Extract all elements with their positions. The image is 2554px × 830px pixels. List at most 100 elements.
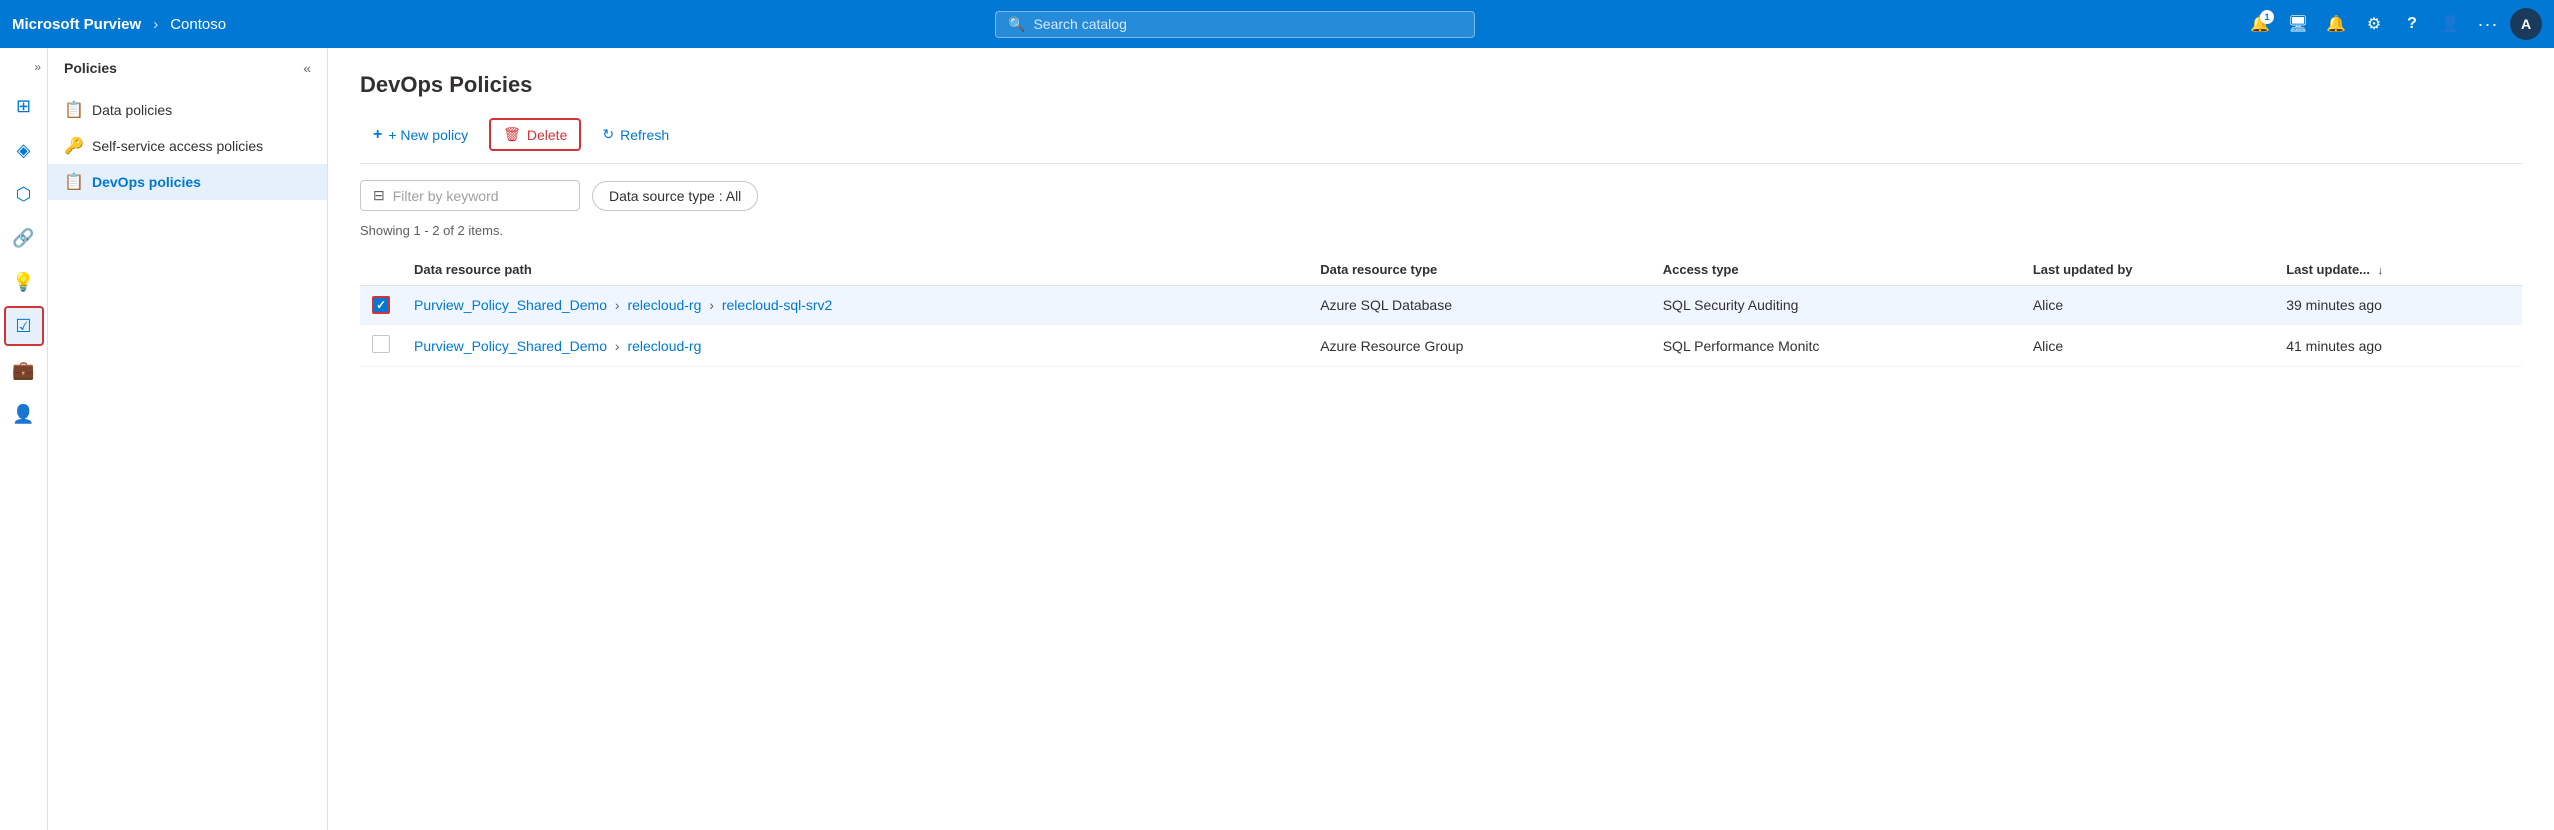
notification-button[interactable]: 🔔 1 [2244, 8, 2276, 40]
nav-icon-data-share[interactable]: 🔗 [4, 218, 44, 258]
nav-icon-briefcase[interactable]: 💼 [4, 350, 44, 390]
row-checkbox-cell-2[interactable] [360, 325, 402, 367]
sidebar-item-self-service[interactable]: 🔑 Self-service access policies [48, 128, 327, 164]
search-icon: 🔍 [1008, 16, 1025, 33]
path-segment-4: Purview_Policy_Shared_Demo [414, 338, 607, 354]
alerts-button[interactable]: 🔔 [2320, 8, 2352, 40]
path-segment-2: relecloud-rg [627, 297, 701, 313]
delete-label: Delete [527, 127, 567, 143]
table-row: Purview_Policy_Shared_Demo › relecloud-r… [360, 286, 2522, 325]
path-segment-5: relecloud-rg [627, 338, 701, 354]
nav-icon-account[interactable]: 👤 [4, 394, 44, 434]
sidebar-item-data-policies[interactable]: 📋 Data policies [48, 92, 327, 128]
search-box[interactable]: 🔍 [995, 11, 1475, 38]
row-updated-by-2: Alice [2021, 325, 2274, 367]
row-resource-path-2: Purview_Policy_Shared_Demo › relecloud-r… [402, 325, 1308, 367]
tenant-name: Contoso [170, 16, 226, 33]
data-table: Data resource path Data resource type Ac… [360, 254, 2522, 367]
top-navigation: Microsoft Purview › Contoso 🔍 🔔 1 🖥 🔔 ⚙ … [0, 0, 2554, 48]
data-share-icon: 🔗 [12, 228, 34, 249]
settings-button[interactable]: ⚙ [2358, 8, 2390, 40]
row-access-type-1: SQL Security Auditing [1651, 286, 2021, 325]
search-input[interactable] [1033, 16, 1462, 32]
person-button[interactable]: 👤 [2434, 8, 2466, 40]
sidebar-item-devops-policies[interactable]: 📋 DevOps policies [48, 164, 327, 200]
nav-icon-bulb[interactable]: 💡 [4, 262, 44, 302]
self-service-label: Self-service access policies [92, 138, 263, 154]
path-sep-1: › [615, 297, 620, 313]
row-resource-type-2: Azure Resource Group [1308, 325, 1651, 367]
settings-icon: ⚙ [2367, 14, 2381, 34]
alerts-icon: 🔔 [2326, 14, 2346, 34]
nav-icon-group: 🔔 1 🖥 🔔 ⚙ ? 👤 ··· A [2244, 8, 2542, 40]
row-access-type-2: SQL Performance Monitc [1651, 325, 2021, 367]
main-content: DevOps Policies + + New policy 🗑 Delete … [328, 48, 2554, 830]
user-avatar[interactable]: A [2510, 8, 2542, 40]
more-button[interactable]: ··· [2472, 8, 2504, 40]
col-access-type: Access type [1651, 254, 2021, 286]
path-segment-3: relecloud-sql-srv2 [722, 297, 832, 313]
left-sidebar: Policies « 📋 Data policies 🔑 Self-servic… [48, 48, 328, 830]
datasource-type-filter[interactable]: Data source type : All [592, 181, 758, 211]
account-icon: 👤 [12, 404, 34, 425]
notification-badge: 1 [2260, 10, 2274, 24]
new-policy-button[interactable]: + + New policy [360, 119, 481, 151]
monitor-button[interactable]: 🖥 [2282, 8, 2314, 40]
col-updated-by: Last updated by [2021, 254, 2274, 286]
monitor-icon: 🖥 [2288, 14, 2308, 34]
self-service-icon: 🔑 [64, 136, 82, 156]
table-row: Purview_Policy_Shared_Demo › relecloud-r… [360, 325, 2522, 367]
row-checkbox-1[interactable] [372, 296, 390, 314]
row-resource-path-1: Purview_Policy_Shared_Demo › relecloud-r… [402, 286, 1308, 325]
table-header: Data resource path Data resource type Ac… [360, 254, 2522, 286]
col-last-update[interactable]: Last update... ↓ [2274, 254, 2522, 286]
col-resource-path: Data resource path [402, 254, 1308, 286]
path-segment-1: Purview_Policy_Shared_Demo [414, 297, 607, 313]
delete-button[interactable]: 🗑 Delete [489, 118, 581, 151]
person-icon: 👤 [2440, 14, 2460, 34]
icon-sidebar-top: » [0, 56, 47, 82]
keyword-input[interactable] [393, 188, 567, 204]
datasource-filter-label: Data source type : All [609, 188, 741, 204]
sidebar-expand-button[interactable]: » [34, 60, 41, 74]
filter-row: ⊟ Data source type : All [360, 180, 2522, 211]
showing-text: Showing 1 - 2 of 2 items. [360, 223, 2522, 238]
new-policy-label: + New policy [388, 127, 468, 143]
help-icon: ? [2407, 15, 2417, 33]
path-sep-2: › [709, 297, 714, 313]
insights-icon: ⬡ [16, 184, 32, 205]
nav-icon-home[interactable]: ⊞ [4, 86, 44, 126]
data-policies-icon: 📋 [64, 100, 82, 120]
refresh-label: Refresh [620, 127, 669, 143]
more-icon: ··· [2478, 14, 2499, 35]
sort-desc-icon: ↓ [2378, 265, 2384, 277]
catalog-icon: ◈ [17, 140, 31, 161]
row-last-update-1: 39 minutes ago [2274, 286, 2522, 325]
sidebar-navigation: 📋 Data policies 🔑 Self-service access po… [48, 88, 327, 204]
plus-icon: + [373, 126, 382, 144]
sidebar-collapse-button[interactable]: « [303, 60, 311, 76]
page-title: DevOps Policies [360, 72, 2522, 98]
keyword-filter[interactable]: ⊟ [360, 180, 580, 211]
nav-icon-policies[interactable]: ☑ [4, 306, 44, 346]
sidebar-header: Policies « [48, 48, 327, 88]
nav-icon-insights[interactable]: ⬡ [4, 174, 44, 214]
nav-icon-catalog[interactable]: ◈ [4, 130, 44, 170]
col-checkbox [360, 254, 402, 286]
row-last-update-2: 41 minutes ago [2274, 325, 2522, 367]
table-body: Purview_Policy_Shared_Demo › relecloud-r… [360, 286, 2522, 367]
bulb-icon: 💡 [12, 272, 34, 293]
briefcase-icon: 💼 [12, 360, 34, 381]
row-checkbox-cell-1[interactable] [360, 286, 402, 325]
refresh-button[interactable]: ↻ Refresh [589, 119, 682, 150]
filter-icon: ⊟ [373, 187, 385, 204]
row-checkbox-2[interactable] [372, 335, 390, 353]
search-area: 🔍 [234, 11, 2236, 38]
icon-sidebar: » ⊞ ◈ ⬡ 🔗 💡 ☑ 💼 👤 [0, 48, 48, 830]
brand-separator: › [153, 16, 158, 33]
help-button[interactable]: ? [2396, 8, 2428, 40]
sidebar-section-title: Policies [64, 60, 117, 76]
brand-area: Microsoft Purview › Contoso [12, 16, 226, 33]
app-name: Microsoft Purview [12, 16, 141, 33]
row-updated-by-1: Alice [2021, 286, 2274, 325]
